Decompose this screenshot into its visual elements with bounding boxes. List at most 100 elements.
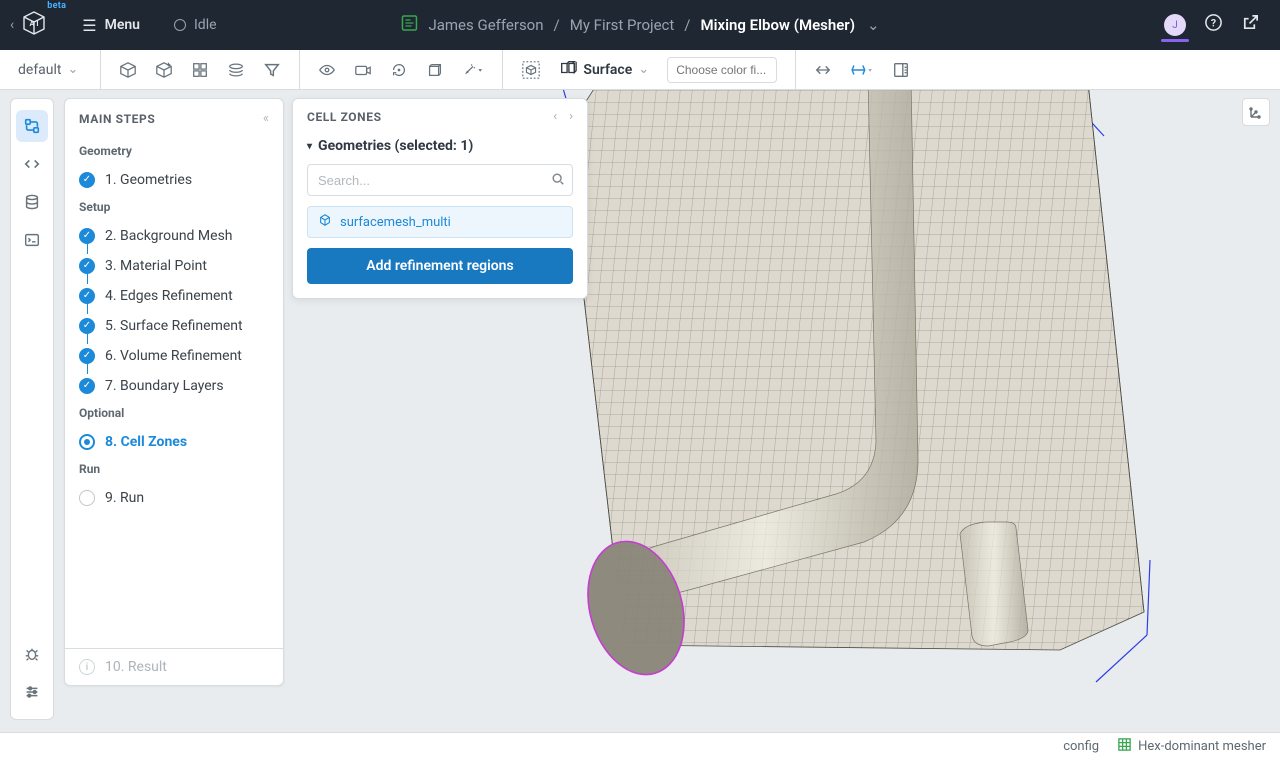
caret-down-icon: ▾ [307,141,312,152]
breadcrumb-dropdown-icon[interactable]: ⌄ [867,16,880,34]
check-icon: ✓ [79,378,95,394]
step-background-mesh[interactable]: ✓2. Background Mesh [79,224,269,248]
geometries-section-header[interactable]: ▾ Geometries (selected: 1) [307,138,573,154]
prev-step-icon[interactable]: ‹ [553,109,557,124]
collapse-panel-icon[interactable]: « [263,111,269,126]
rotate-icon[interactable] [390,61,408,79]
avatar-initial: J [1172,20,1178,31]
app-logo[interactable]: A I beta [20,9,48,41]
step-label: 3. Material Point [105,258,207,274]
step-cell-zones[interactable]: 8. Cell Zones [79,430,269,454]
add-refinement-button[interactable]: Add refinement regions [307,248,573,284]
grid-icon[interactable] [191,61,209,79]
info-icon: i [79,659,95,675]
section-label-optional: Optional [79,406,269,420]
toolbar-sep-1 [100,50,101,90]
mesher-engine[interactable]: Hex-dominant mesher [1117,737,1266,756]
chevron-down-icon: ⌄ [638,62,649,77]
section-label-setup: Setup [79,200,269,214]
step-boundary-layers[interactable]: ✓ 7. Boundary Layers [79,374,269,398]
surface-mode-icon [559,59,577,81]
step-edges-refinement[interactable]: ✓4. Edges Refinement [79,284,269,308]
step-label: 1. Geometries [105,172,192,188]
fit-width-icon[interactable] [814,61,832,79]
selection-cube-icon[interactable] [521,60,541,80]
geometry-item-surfacemesh[interactable]: surfacemesh_multi [307,206,573,238]
step-label: 6. Volume Refinement [105,348,242,364]
back-chevron[interactable]: ‹ [0,17,20,33]
camera-icon[interactable] [354,61,372,79]
user-avatar[interactable]: J [1164,14,1186,36]
step-label: 5. Surface Refinement [105,318,243,334]
geometry-item-label: surfacemesh_multi [340,215,451,230]
box-icon[interactable] [426,61,444,79]
add-refinement-label: Add refinement regions [366,258,513,274]
cube-icon[interactable] [119,61,137,79]
steps-title: MAIN STEPS [79,112,155,126]
status-dot-icon [174,19,186,31]
step-surface-refinement[interactable]: ✓5. Surface Refinement [79,314,269,338]
status-label: Idle [194,17,217,33]
mesher-label: Hex-dominant mesher [1138,739,1266,754]
result-label: 10. Result [105,659,167,675]
geometry-search [307,164,573,196]
crumb-user[interactable]: James Gefferson [428,16,543,34]
section-label-run: Run [79,462,269,476]
geometries-label: Geometries (selected: 1) [318,138,473,154]
step-label: 7. Boundary Layers [105,378,224,394]
crumb-project[interactable]: My First Project [570,16,675,34]
left-rail [10,98,54,720]
rail-data-button[interactable] [16,186,48,218]
cube-plus-icon[interactable] [155,61,173,79]
wand-dropdown-icon[interactable] [462,61,484,79]
svg-text:A I: A I [30,19,39,28]
steps-result-row: i 10. Result [65,648,283,685]
panel-right-icon[interactable] [892,61,910,79]
status-indicator: Idle [174,17,217,33]
filter-icon[interactable] [263,61,281,79]
layers-icon[interactable] [227,61,245,79]
step-material-point[interactable]: ✓3. Material Point [79,254,269,278]
section-label-geometry: Geometry [79,144,269,158]
config-link[interactable]: config [1063,739,1099,754]
geometry-search-input[interactable] [307,164,573,196]
preset-label: default [18,62,62,78]
status-bar: config Hex-dominant mesher [0,732,1280,760]
color-field-input[interactable] [667,57,777,83]
step-volume-refinement[interactable]: ✓6. Volume Refinement [79,344,269,368]
step-run[interactable]: 9. Run [79,486,269,510]
step-geometries[interactable]: ✓ 1. Geometries [79,168,269,192]
hamburger-icon: ☰ [82,16,96,35]
next-step-icon[interactable]: › [569,109,573,124]
rail-code-button[interactable] [16,148,48,180]
fit-extents-dropdown-icon[interactable] [850,61,874,79]
mesher-icon [1117,737,1132,756]
cell-zones-panel: CELL ZONES ‹ › ▾ Geometries (selected: 1… [292,98,588,299]
menu-label: Menu [105,17,140,33]
eye-icon[interactable] [318,61,336,79]
top-bar: ‹ A I beta ☰ Menu Idle James Gefferson /… [0,0,1280,50]
rail-terminal-button[interactable] [16,224,48,256]
step-label: 8. Cell Zones [105,434,187,450]
toolbar: default ⌄ Surface ⌄ [0,50,1280,90]
check-icon: ✓ [79,172,95,188]
axis-triad-button[interactable] [1242,98,1270,126]
cell-zones-title: CELL ZONES [307,110,382,124]
toolbar-sep-2 [299,50,300,90]
crumb-sep-2: / [684,16,690,34]
toolbar-sep-4 [795,50,796,90]
menu-button[interactable]: ☰ Menu [82,16,140,35]
document-icon [400,14,418,36]
steps-panel: MAIN STEPS « Geometry ✓ 1. Geometries Se… [64,98,284,686]
beta-badge: beta [47,1,66,11]
popout-icon[interactable] [1241,13,1260,37]
rail-bug-button[interactable] [16,638,48,670]
step-label: 4. Edges Refinement [105,288,233,304]
help-icon[interactable]: ? [1204,13,1223,37]
rail-settings-button[interactable] [16,676,48,708]
crumb-document[interactable]: Mixing Elbow (Mesher) [701,16,855,34]
rail-workflow-button[interactable] [16,110,48,142]
render-mode-dropdown[interactable]: Surface ⌄ [559,59,649,81]
pending-step-icon [79,490,95,506]
preset-dropdown[interactable]: default ⌄ [8,58,88,82]
